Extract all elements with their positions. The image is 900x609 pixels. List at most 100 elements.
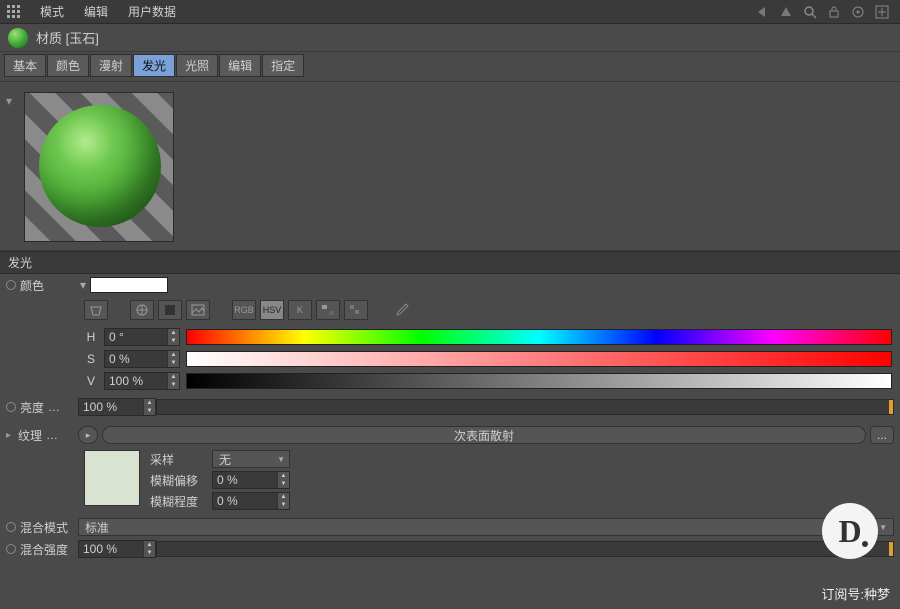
spectrum-icon[interactable] (158, 300, 182, 320)
brightness-ellipsis: … (48, 400, 60, 414)
blur-scale-up[interactable]: ▲ (277, 493, 289, 501)
blur-offset-input[interactable]: 0 %▲▼ (212, 471, 290, 489)
preview-sphere (39, 105, 161, 227)
search-icon[interactable] (802, 4, 818, 20)
s-step-up[interactable]: ▲ (167, 351, 179, 359)
preview-area: ▾ (0, 82, 900, 251)
row-brightness: 亮度 … 100 %▲▼ (0, 396, 900, 418)
s-label: S (84, 352, 98, 366)
label-sampling: 采样 (150, 451, 206, 468)
blur-scale-down[interactable]: ▼ (277, 501, 289, 509)
v-label: V (84, 374, 98, 388)
watermark-text: 订阅号:种梦 (821, 584, 890, 603)
h-slider[interactable] (186, 329, 892, 345)
target-icon[interactable] (850, 4, 866, 20)
s-slider[interactable] (186, 351, 892, 367)
tab-color[interactable]: 颜色 (47, 54, 89, 77)
h-value-input[interactable]: 0 °▲▼ (104, 328, 180, 346)
s-step-down[interactable]: ▼ (167, 359, 179, 367)
label-blur-offset: 模糊偏移 (150, 472, 206, 489)
label-color: 颜色 (20, 277, 44, 294)
sampling-dropdown[interactable]: 无▼ (212, 450, 290, 468)
tab-assign[interactable]: 指定 (262, 54, 304, 77)
v-step-down[interactable]: ▼ (167, 381, 179, 389)
preview-collapse-icon[interactable]: ▾ (6, 94, 12, 108)
tab-illumination[interactable]: 光照 (176, 54, 218, 77)
tab-luminance[interactable]: 发光 (133, 54, 175, 77)
material-preview-thumb[interactable] (24, 92, 174, 242)
texture-disclosure-icon[interactable]: ▸ (6, 430, 14, 441)
h-label: H (84, 330, 98, 344)
hsv-h-row: H 0 °▲▼ (0, 326, 900, 348)
brightness-anim-toggle[interactable] (6, 402, 16, 412)
s-value-input[interactable]: 0 %▲▼ (104, 350, 180, 368)
texture-name-field[interactable]: 次表面散射 (102, 426, 866, 444)
wheel-icon[interactable] (130, 300, 154, 320)
nav-up-icon[interactable] (778, 4, 794, 20)
texture-browse-button[interactable]: ... (870, 426, 894, 444)
lock-icon[interactable] (826, 4, 842, 20)
hsv-mode-button[interactable]: HSV (260, 300, 284, 320)
row-mix-mode: 混合模式 标准▼ (0, 516, 900, 538)
material-header: 材质 [玉石] (0, 24, 900, 52)
chevron-down-icon: ▼ (277, 455, 285, 464)
hsv-v-row: V 100 %▲▼ (0, 370, 900, 392)
menu-edit[interactable]: 编辑 (74, 0, 118, 24)
nav-back-icon[interactable] (754, 4, 770, 20)
mixstrength-anim-toggle[interactable] (6, 544, 16, 554)
menu-mode[interactable]: 模式 (30, 0, 74, 24)
v-slider[interactable] (186, 373, 892, 389)
bucket-icon[interactable] (84, 300, 108, 320)
menubar-right-icons (754, 4, 894, 20)
new-tag-icon[interactable] (874, 4, 890, 20)
mixer-icon[interactable] (316, 300, 340, 320)
row-texture: ▸ 纹理 … ▸ 次表面散射 ... (0, 424, 900, 446)
blur-scale-input[interactable]: 0 %▲▼ (212, 492, 290, 510)
texture-play-button[interactable]: ▸ (78, 426, 98, 444)
blur-offset-down[interactable]: ▼ (277, 480, 289, 488)
brightness-input[interactable]: 100 %▲▼ (78, 398, 156, 416)
h-step-down[interactable]: ▼ (167, 337, 179, 345)
kelvin-mode-button[interactable]: K (288, 300, 312, 320)
eyedropper-icon[interactable] (390, 300, 414, 320)
color-tool-row: RGB HSV K (0, 296, 900, 326)
tab-diffuse[interactable]: 漫射 (90, 54, 132, 77)
menu-bar: 模式 编辑 用户数据 (0, 0, 900, 24)
row-mix-strength: 混合强度 100 %▲▼ (0, 538, 900, 560)
swatches-icon[interactable] (344, 300, 368, 320)
brightness-step-up[interactable]: ▲ (143, 399, 155, 407)
sampling-block: 采样 无▼ 模糊偏移 0 %▲▼ 模糊程度 0 %▲▼ (0, 446, 900, 516)
mix-strength-slider[interactable] (156, 541, 894, 557)
brightness-slider[interactable] (156, 399, 894, 415)
color-swatch[interactable] (90, 277, 168, 293)
app-grid-icon[interactable] (6, 4, 22, 20)
v-step-up[interactable]: ▲ (167, 373, 179, 381)
picture-icon[interactable] (186, 300, 210, 320)
texture-ellipsis: … (46, 428, 58, 442)
watermark-logo: D (822, 503, 878, 559)
menu-userdata[interactable]: 用户数据 (118, 0, 186, 24)
tab-basic[interactable]: 基本 (4, 54, 46, 77)
mix-strength-up[interactable]: ▲ (143, 541, 155, 549)
material-title: 材质 [玉石] (36, 28, 99, 47)
label-mix-mode: 混合模式 (20, 519, 68, 536)
mix-strength-down[interactable]: ▼ (143, 549, 155, 557)
mix-mode-dropdown[interactable]: 标准▼ (78, 518, 894, 536)
h-step-up[interactable]: ▲ (167, 329, 179, 337)
row-color: 颜色 ▾ (0, 274, 900, 296)
mix-strength-input[interactable]: 100 %▲▼ (78, 540, 156, 558)
rgb-mode-button[interactable]: RGB (232, 300, 256, 320)
texture-sample-swatch[interactable] (84, 450, 140, 506)
color-anim-toggle[interactable] (6, 280, 16, 290)
label-texture: 纹理 (18, 427, 42, 444)
v-value-input[interactable]: 100 %▲▼ (104, 372, 180, 390)
label-blur-scale: 模糊程度 (150, 493, 206, 510)
channel-tabs: 基本 颜色 漫射 发光 光照 编辑 指定 (0, 52, 900, 82)
tab-edit[interactable]: 编辑 (219, 54, 261, 77)
section-header-luminance: 发光 (0, 251, 900, 274)
color-chip-dropdown-icon[interactable]: ▾ (78, 277, 88, 293)
label-brightness: 亮度 (20, 399, 44, 416)
mixmode-anim-toggle[interactable] (6, 522, 16, 532)
blur-offset-up[interactable]: ▲ (277, 472, 289, 480)
brightness-step-down[interactable]: ▼ (143, 407, 155, 415)
